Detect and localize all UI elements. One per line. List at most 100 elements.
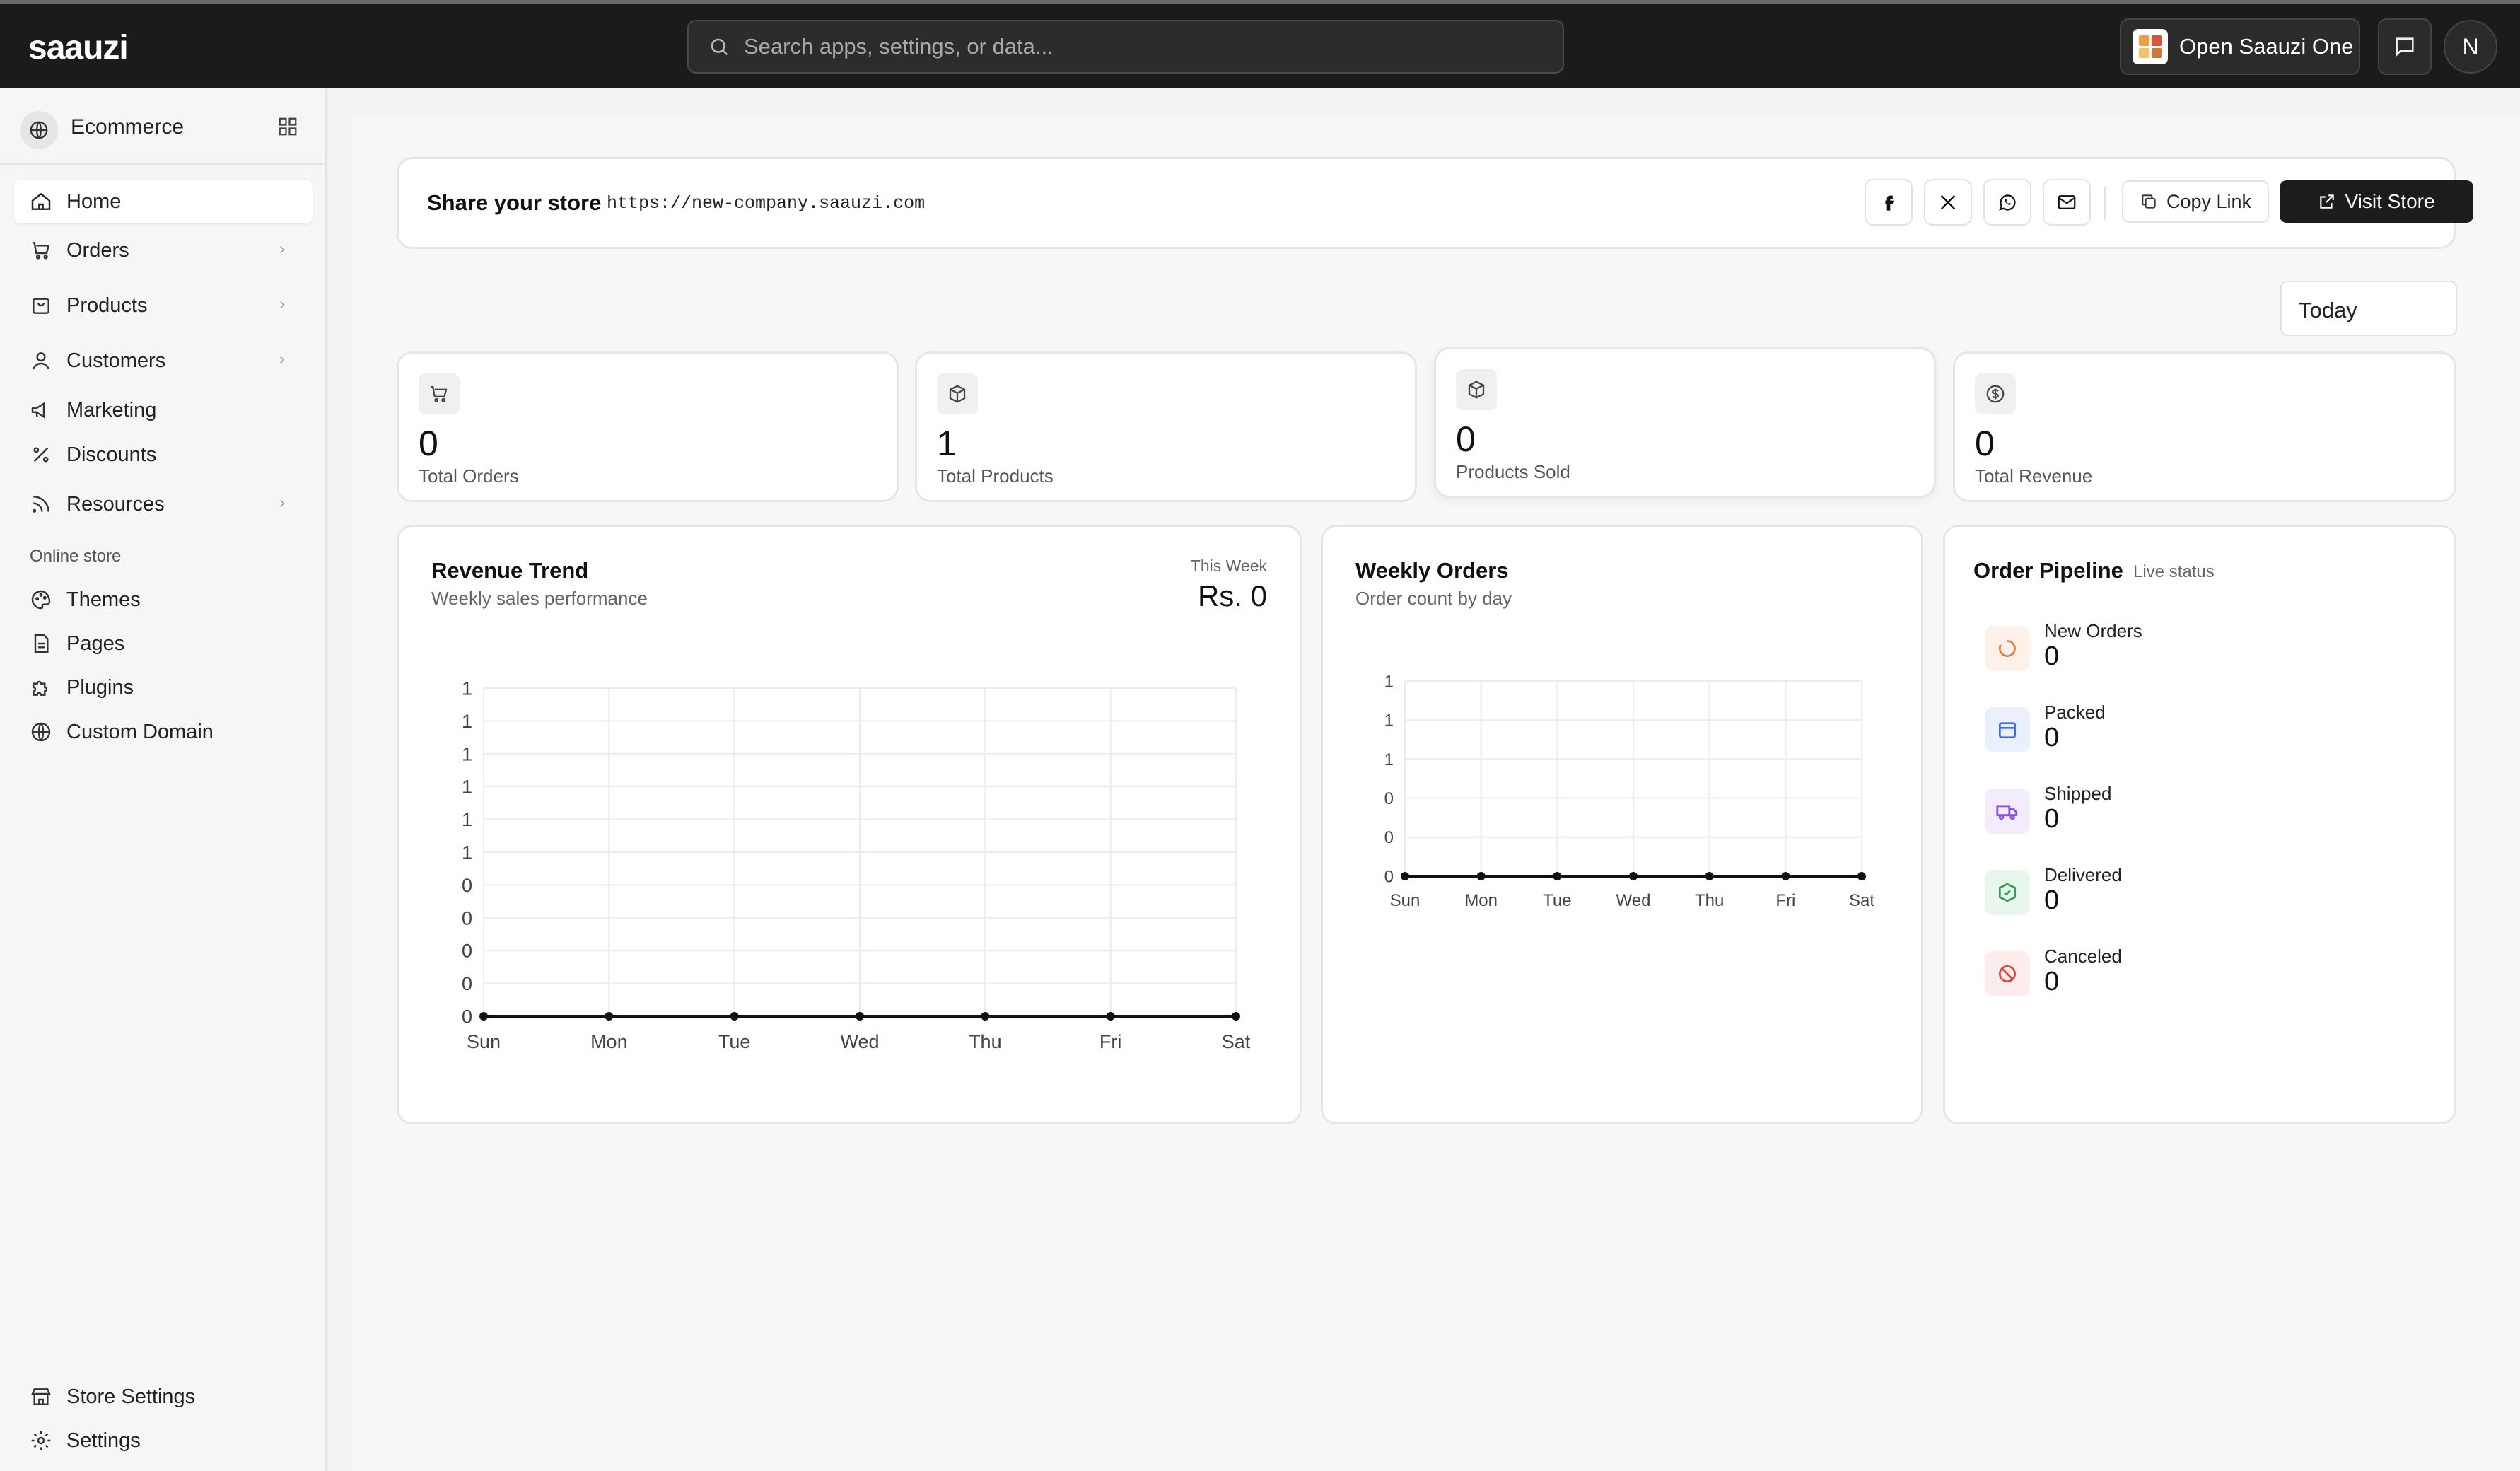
sidebar-item-marketing[interactable]: Marketing [14, 388, 313, 432]
stat-value: 0 [419, 424, 438, 463]
weekly-subtitle: Order count by day [1355, 588, 1512, 609]
sidebar-item-label: Plugins [66, 675, 134, 699]
share-x-button[interactable] [1924, 179, 1972, 226]
main-content: Share your store https://new-company.saa… [327, 88, 2520, 1471]
saauzi-one-icon [2133, 29, 2168, 64]
sidebar-item-products[interactable]: Products [14, 284, 313, 327]
data-point [730, 1012, 739, 1021]
data-point [1476, 872, 1486, 880]
sidebar-item-plugins[interactable]: Plugins [14, 665, 313, 709]
box-icon [1456, 369, 1497, 410]
share-title: Share your store [427, 190, 602, 215]
stat-card-total-orders: 0 Total Orders [397, 351, 899, 502]
visit-store-button[interactable]: Visit Store [2280, 180, 2473, 223]
data-point [1629, 872, 1638, 880]
sidebar-item-resources[interactable]: Resources [14, 482, 313, 526]
pipeline-item-shipped[interactable]: Shipped 0 [1985, 781, 2338, 845]
user-icon [30, 349, 52, 372]
sidebar-item-themes[interactable]: Themes [14, 578, 313, 622]
sidebar-item-discounts[interactable]: Discounts [14, 433, 313, 477]
share-facebook-button[interactable] [1865, 179, 1913, 226]
x-tick-label: Wed [1616, 891, 1651, 910]
sidebar-item-home[interactable]: Home [14, 180, 313, 223]
puzzle-icon [30, 676, 52, 699]
chat-icon [2393, 35, 2417, 59]
pipeline-title: Order Pipeline [1973, 558, 2123, 583]
sidebar-item-label: Customers [66, 349, 166, 372]
open-saauzi-one-button[interactable]: Open Saauzi One [2120, 18, 2360, 75]
pipeline-item-canceled[interactable]: Canceled 0 [1985, 944, 2338, 1008]
store-url[interactable]: https://new-company.saauzi.com [607, 193, 925, 214]
workspace-name: Ecommerce [71, 115, 185, 139]
data-point [1232, 1012, 1240, 1021]
stat-label: Total Revenue [1975, 465, 2093, 487]
messages-button[interactable] [2378, 18, 2432, 75]
y-tick-label: 0 [462, 941, 472, 962]
stat-label: Products Sold [1456, 461, 1570, 482]
y-tick-label: 0 [1384, 789, 1394, 808]
rss-icon [30, 493, 52, 516]
user-avatar[interactable]: N [2444, 20, 2497, 74]
x-tick-label: Fri [1775, 891, 1795, 910]
x-twitter-icon [1938, 192, 1958, 212]
x-tick-label: Sun [1390, 891, 1421, 910]
revenue-trend-card: Revenue Trend Weekly sales performance T… [397, 525, 1302, 1124]
revenue-line-chart: 0 0 0 0 0 1 1 1 1 1 1 Sun Mon Tue Wed Thu Fri Sat [462, 678, 1251, 1052]
weekly-title: Weekly Orders [1355, 558, 1509, 583]
sidebar-item-store-settings[interactable]: Store Settings [14, 1375, 313, 1419]
copy-link-button[interactable]: Copy Link [2122, 180, 2269, 223]
workspace-switcher[interactable]: Ecommerce [0, 88, 327, 165]
sidebar-item-label: Discounts [66, 443, 157, 466]
megaphone-icon [30, 399, 52, 421]
visit-store-label: Visit Store [2345, 190, 2435, 212]
package-icon [1985, 707, 2030, 752]
apps-grid-icon[interactable] [277, 116, 298, 137]
external-link-icon [2318, 192, 2336, 211]
pipeline-item-new-orders[interactable]: New Orders 0 [1985, 619, 2338, 682]
search-input[interactable] [744, 34, 1522, 59]
sidebar-item-custom-domain[interactable]: Custom Domain [14, 710, 313, 754]
stat-card-products-sold: 0 Products Sold [1434, 347, 1936, 498]
x-tick-label: Sun [467, 1031, 501, 1052]
y-tick-label: 0 [1384, 867, 1394, 886]
sidebar-item-settings[interactable]: Settings [14, 1419, 313, 1463]
globe-icon [30, 721, 52, 743]
divider [2104, 187, 2106, 220]
cart-icon [30, 239, 52, 262]
data-point [1106, 1012, 1115, 1021]
mail-icon [2056, 192, 2077, 213]
y-tick-label: 0 [1384, 828, 1394, 847]
sidebar-item-customers[interactable]: Customers [14, 339, 313, 383]
data-point [856, 1012, 864, 1021]
app-logo[interactable]: saauzi [28, 28, 129, 67]
share-whatsapp-button[interactable] [1983, 179, 2031, 226]
pipeline-item-packed[interactable]: Packed 0 [1985, 700, 2338, 764]
data-point [1705, 872, 1714, 880]
period-select[interactable]: Today [2280, 281, 2457, 336]
sidebar-item-pages[interactable]: Pages [14, 622, 313, 665]
bag-icon [30, 294, 52, 317]
gear-icon [30, 1429, 52, 1452]
stat-value: 0 [1456, 419, 1476, 459]
pipeline-label: Delivered [2044, 864, 2122, 885]
whatsapp-icon [1997, 192, 2018, 213]
y-tick-label: 1 [462, 777, 472, 798]
copy-link-label: Copy Link [2166, 190, 2252, 212]
y-tick-label: 0 [462, 1006, 472, 1027]
section-label-online-store: Online store [30, 547, 122, 566]
search-icon [708, 36, 730, 57]
global-search[interactable] [687, 20, 1564, 74]
facebook-icon [1879, 192, 1898, 212]
sidebar-item-label: Themes [66, 588, 141, 611]
pipeline-item-delivered[interactable]: Delivered 0 [1985, 863, 2338, 926]
y-tick-label: 0 [462, 973, 472, 994]
percent-icon [30, 443, 52, 466]
share-email-button[interactable] [2043, 179, 2091, 226]
copy-icon [2140, 192, 2158, 211]
y-tick-label: 1 [1384, 750, 1394, 769]
sidebar-item-label: Resources [66, 492, 165, 516]
dollar-icon [1975, 373, 2016, 414]
sidebar-item-label: Custom Domain [66, 720, 214, 743]
sidebar-item-orders[interactable]: Orders [14, 228, 313, 272]
sidebar: Ecommerce Home Orders Products Customers… [0, 88, 327, 1471]
